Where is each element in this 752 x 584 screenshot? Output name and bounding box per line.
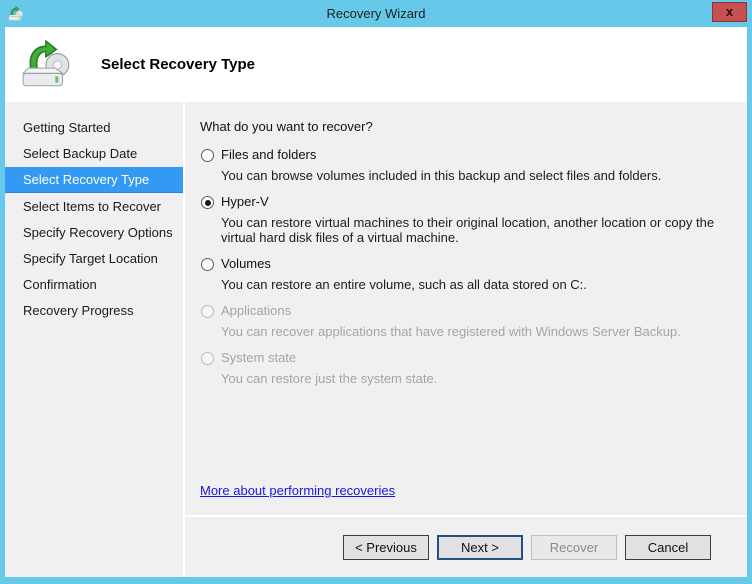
wizard-steps-sidebar: Getting Started Select Backup Date Selec… xyxy=(5,102,183,577)
footer-button-bar: < Previous Next > Recover Cancel xyxy=(185,517,747,577)
page-title: Select Recovery Type xyxy=(101,56,255,73)
recovery-option-volumes[interactable]: Volumes You can restore an entire volume… xyxy=(200,256,733,292)
cancel-button[interactable]: Cancel xyxy=(625,534,711,560)
radio-system-state xyxy=(201,352,214,365)
sidebar-item-confirmation[interactable]: Confirmation xyxy=(5,272,183,297)
option-label: Applications xyxy=(221,303,292,318)
right-column: What do you want to recover? Files and f… xyxy=(185,102,747,577)
next-button[interactable]: Next > xyxy=(437,534,523,560)
wizard-header: Select Recovery Type xyxy=(5,27,747,102)
recovery-option-system-state: System state You can restore just the sy… xyxy=(200,350,733,386)
radio-dot xyxy=(205,262,211,268)
titlebar: Recovery Wizard x xyxy=(0,0,752,27)
dialog-body: Getting Started Select Backup Date Selec… xyxy=(5,102,747,577)
radio-dot xyxy=(205,153,211,159)
close-button[interactable]: x xyxy=(712,2,747,22)
sidebar-item-select-items-to-recover[interactable]: Select Items to Recover xyxy=(5,194,183,219)
sidebar-item-getting-started[interactable]: Getting Started xyxy=(5,115,183,140)
window-title: Recovery Wizard xyxy=(326,6,426,21)
recover-button: Recover xyxy=(531,534,617,560)
sidebar-item-specify-target-location[interactable]: Specify Target Location xyxy=(5,246,183,271)
option-description: You can restore just the system state. xyxy=(221,371,438,386)
radio-dot xyxy=(205,309,211,315)
question-label: What do you want to recover? xyxy=(200,119,373,134)
radio-applications xyxy=(201,305,214,318)
sidebar-item-recovery-progress[interactable]: Recovery Progress xyxy=(5,298,183,323)
recovery-option-files-and-folders[interactable]: Files and folders You can browse volumes… xyxy=(200,147,733,183)
backup-drive-icon xyxy=(21,39,70,86)
radio-hyper-v[interactable] xyxy=(201,196,214,209)
radio-volumes[interactable] xyxy=(201,258,214,271)
option-description: You can restore an entire volume, such a… xyxy=(221,277,587,292)
option-label: System state xyxy=(221,350,297,365)
option-label: Hyper-V xyxy=(221,194,269,209)
radio-files-and-folders[interactable] xyxy=(201,149,214,162)
recovery-option-applications: Applications You can recover application… xyxy=(200,303,733,339)
option-description: You can browse volumes included in this … xyxy=(221,168,662,183)
option-label: Files and folders xyxy=(221,147,317,162)
radio-dot xyxy=(204,199,211,206)
previous-button[interactable]: < Previous xyxy=(343,534,429,560)
option-description: You can restore virtual machines to thei… xyxy=(221,215,715,245)
flex-spacer xyxy=(200,397,733,483)
more-about-recoveries-link[interactable]: More about performing recoveries xyxy=(200,483,395,498)
sidebar-item-select-recovery-type[interactable]: Select Recovery Type xyxy=(5,167,183,193)
recovery-wizard-window: Recovery Wizard x Select Recovery Type G… xyxy=(0,0,752,584)
dialog-frame: Select Recovery Type Getting Started Sel… xyxy=(5,27,747,577)
main-content: What do you want to recover? Files and f… xyxy=(185,102,747,515)
option-label: Volumes xyxy=(221,256,271,271)
option-description: You can recover applications that have r… xyxy=(221,324,681,339)
sidebar-item-select-backup-date[interactable]: Select Backup Date xyxy=(5,141,183,166)
radio-dot xyxy=(205,356,211,362)
recovery-option-hyper-v[interactable]: Hyper-V You can restore virtual machines… xyxy=(200,194,733,245)
sidebar-item-specify-recovery-options[interactable]: Specify Recovery Options xyxy=(5,220,183,245)
